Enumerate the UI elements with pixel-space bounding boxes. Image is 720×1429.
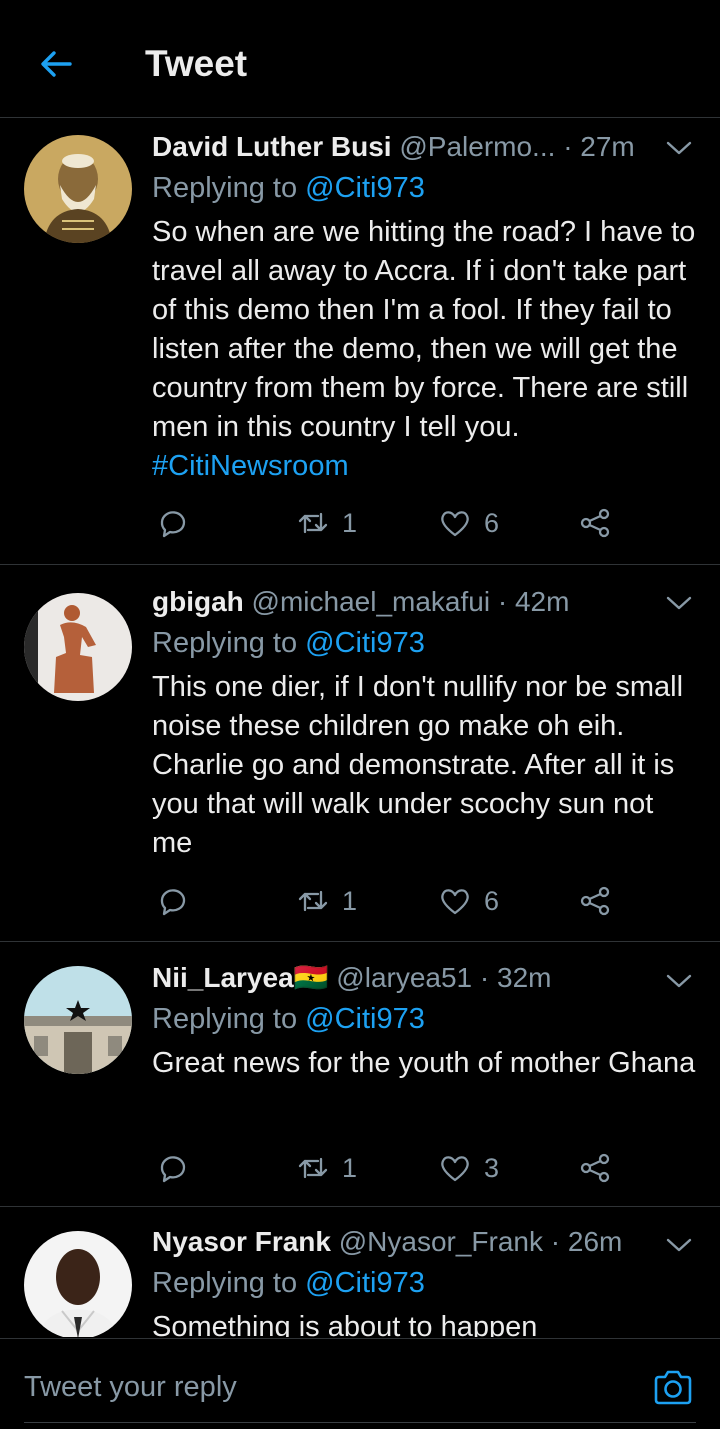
replying-to: Replying to @Citi973: [152, 624, 696, 662]
replying-to: Replying to @Citi973: [152, 169, 696, 207]
like-count: 3: [484, 1152, 500, 1183]
input-underline: [24, 1422, 696, 1423]
tweet-item[interactable]: Nyasor Frank @Nyasor_Frank · 26m Replyin…: [0, 1207, 720, 1337]
tweet-actions: 1 6: [152, 503, 696, 543]
tweet-body-tail: you.: [464, 411, 520, 443]
tweet-header: David Luther Busi @Palermo... · 27m: [152, 129, 696, 165]
tweet-text: Something is about to happen: [152, 1311, 538, 1337]
tweet-item[interactable]: David Luther Busi @Palermo... · 27m Repl…: [0, 119, 720, 565]
user-handle[interactable]: @michael_makafui: [252, 586, 491, 617]
retweet-count: 1: [342, 885, 358, 916]
retweet-button[interactable]: 1: [296, 1148, 357, 1188]
like-count: 6: [484, 507, 500, 538]
share-button[interactable]: [578, 1148, 612, 1188]
comment-icon: [160, 1156, 186, 1183]
share-icon: [580, 508, 610, 538]
share-icon: [580, 886, 610, 916]
reply-composer: Tweet your reply: [0, 1338, 720, 1429]
reply-button[interactable]: [156, 503, 190, 543]
display-name[interactable]: David Luther Busi: [152, 131, 392, 162]
timestamp: · 32m: [479, 962, 552, 993]
like-button[interactable]: 6: [438, 503, 499, 543]
replying-label: Replying to: [152, 172, 306, 204]
replying-label: Replying to: [152, 1267, 306, 1299]
hashtag-link[interactable]: #CitiNewsroom: [152, 450, 349, 482]
comment-icon: [160, 511, 186, 538]
reply-input[interactable]: Tweet your reply: [24, 1371, 237, 1404]
tweet-text: Great news for the youth of mother Ghana: [152, 1047, 696, 1079]
replying-label: Replying to: [152, 627, 306, 659]
tweet-actions: 1 6: [152, 881, 696, 921]
replying-to: Replying to @Citi973: [152, 1264, 696, 1302]
replying-label: Replying to: [152, 1003, 306, 1035]
mention-link[interactable]: @Citi973: [305, 172, 425, 204]
top-bar: Tweet: [0, 0, 720, 118]
heart-icon: [441, 511, 469, 537]
tweet-header: Nyasor Frank @Nyasor_Frank · 26m: [152, 1224, 696, 1260]
display-name[interactable]: Nyasor Frank: [152, 1226, 331, 1257]
mention-link[interactable]: @Citi973: [305, 1003, 425, 1035]
display-name[interactable]: Nii_Laryea: [152, 962, 294, 993]
mention-link[interactable]: @Citi973: [305, 627, 425, 659]
user-handle[interactable]: @Palermo...: [399, 131, 555, 162]
user-handle[interactable]: @Nyasor_Frank: [339, 1226, 543, 1257]
retweet-button[interactable]: 1: [296, 881, 357, 921]
tweet-item[interactable]: Nii_Laryea🇬🇭 @laryea51 · 32m Replying to…: [0, 942, 720, 1207]
camera-icon[interactable]: [652, 1368, 694, 1408]
chevron-down-icon[interactable]: [666, 594, 692, 612]
comment-icon: [160, 889, 186, 916]
timestamp: · 26m: [550, 1226, 623, 1257]
share-icon: [580, 1153, 610, 1183]
retweet-icon: [298, 890, 328, 912]
timestamp: · 42m: [497, 586, 570, 617]
like-button[interactable]: 6: [438, 881, 499, 921]
tweet-header: Nii_Laryea🇬🇭 @laryea51 · 32m: [152, 960, 696, 996]
timestamp: · 27m: [563, 131, 635, 162]
user-handle[interactable]: @laryea51: [336, 962, 472, 993]
tweet-text: So when are we hitting the road? I have …: [152, 213, 696, 486]
retweet-icon: [298, 1157, 328, 1179]
retweet-button[interactable]: 1: [296, 503, 357, 543]
avatar[interactable]: [24, 135, 132, 243]
like-count: 6: [484, 885, 500, 916]
page-title: Tweet: [145, 43, 248, 84]
reply-button[interactable]: [156, 1148, 190, 1188]
tweet-actions: 1 3: [152, 1148, 696, 1188]
share-button[interactable]: [578, 881, 612, 921]
tweet-item[interactable]: gbigah @michael_makafui · 42m Replying t…: [0, 565, 720, 942]
avatar[interactable]: [24, 966, 132, 1074]
arrow-left-icon[interactable]: [36, 44, 76, 84]
avatar[interactable]: [24, 1231, 132, 1337]
chevron-down-icon[interactable]: [666, 972, 692, 990]
display-name[interactable]: gbigah: [152, 586, 244, 617]
chevron-down-icon[interactable]: [666, 139, 692, 157]
retweet-count: 1: [342, 1152, 358, 1183]
tweet-text: This one dier, if I don't nullify nor be…: [152, 671, 684, 859]
replying-to: Replying to @Citi973: [152, 1000, 696, 1038]
retweet-count: 1: [342, 507, 358, 538]
tweet-header: gbigah @michael_makafui · 42m: [152, 584, 696, 620]
ghana-flag: 🇬🇭: [293, 962, 329, 993]
chevron-down-icon[interactable]: [666, 1236, 692, 1254]
mention-link[interactable]: @Citi973: [305, 1267, 425, 1299]
share-button[interactable]: [578, 503, 612, 543]
heart-icon: [441, 1156, 469, 1182]
reply-button[interactable]: [156, 881, 190, 921]
tweet-body: So when are we hitting the road? I have …: [152, 216, 696, 443]
avatar[interactable]: [24, 593, 132, 701]
retweet-icon: [298, 512, 328, 534]
heart-icon: [441, 889, 469, 915]
reply-feed[interactable]: David Luther Busi @Palermo... · 27m Repl…: [0, 119, 720, 1337]
like-button[interactable]: 3: [438, 1148, 499, 1188]
